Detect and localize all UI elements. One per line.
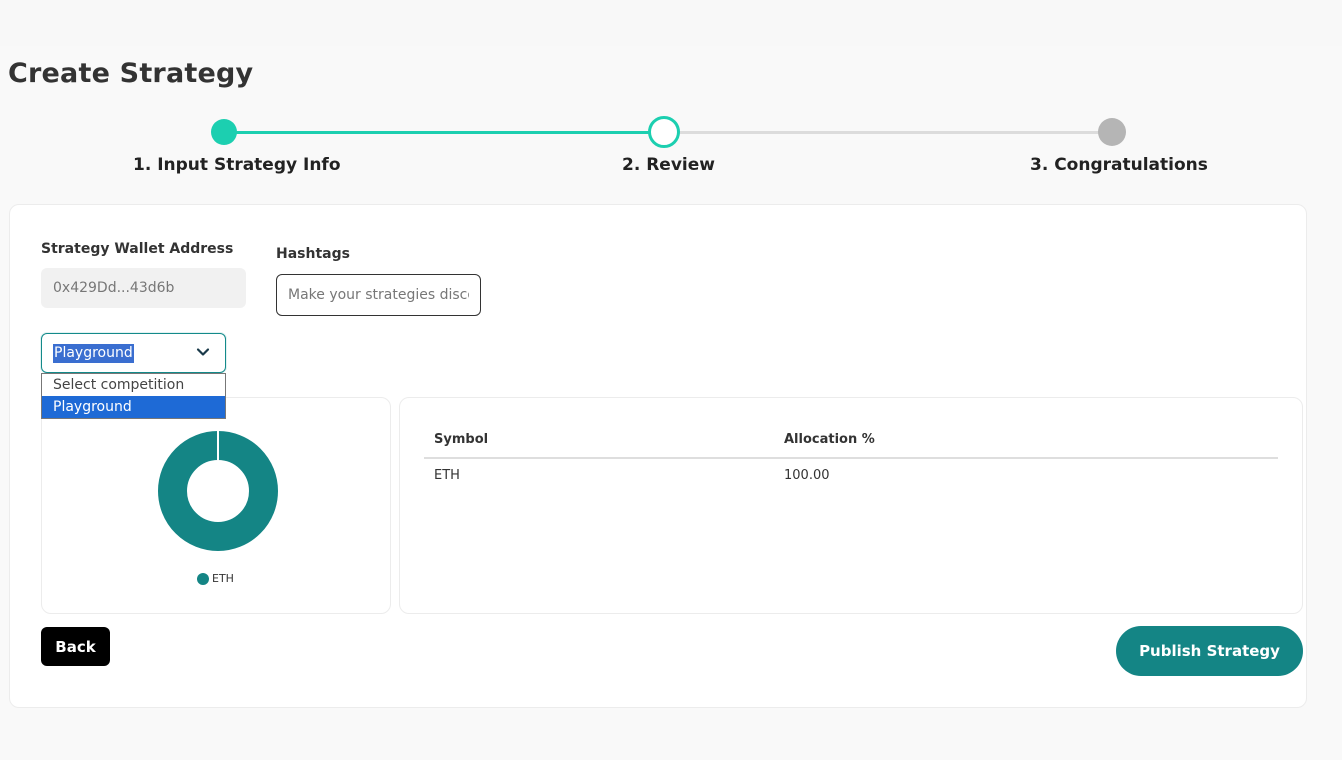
chevron-down-icon (196, 348, 210, 356)
step-2-label: 2. Review (622, 155, 715, 175)
chart-legend: ETH (197, 572, 234, 585)
step-3-indicator (1098, 118, 1126, 146)
table-header-symbol: Symbol (434, 432, 489, 447)
legend-label: ETH (212, 572, 234, 585)
back-button[interactable]: Back (41, 627, 110, 666)
step-1-indicator (211, 119, 237, 145)
stepper-line-complete (224, 131, 664, 134)
page-title: Create Strategy (8, 58, 254, 89)
competition-dropdown: Select competition Playground (41, 373, 226, 419)
table-header-divider (424, 457, 1278, 459)
competition-select[interactable]: Playground (41, 333, 226, 373)
step-2-indicator (648, 116, 680, 148)
hashtags-label: Hashtags (276, 246, 350, 262)
step-3-label: 3. Congratulations (1030, 155, 1208, 175)
stepper-line-pending (664, 131, 1112, 134)
hashtags-input[interactable] (276, 274, 481, 316)
table-header-allocation: Allocation % (784, 432, 875, 447)
table-cell-symbol: ETH (434, 468, 460, 483)
wallet-address-field: 0x429Dd...43d6b (41, 268, 246, 308)
competition-select-value: Playground (53, 344, 134, 363)
publish-strategy-button[interactable]: Publish Strategy (1116, 626, 1303, 676)
wallet-address-label: Strategy Wallet Address (41, 241, 234, 257)
competition-option[interactable]: Select competition (42, 374, 225, 396)
legend-swatch (197, 572, 209, 585)
allocation-table-panel (399, 397, 1303, 614)
table-cell-allocation: 100.00 (784, 468, 830, 483)
top-bar (0, 0, 1342, 46)
step-1-label: 1. Input Strategy Info (133, 155, 341, 175)
competition-option[interactable]: Playground (42, 396, 225, 418)
